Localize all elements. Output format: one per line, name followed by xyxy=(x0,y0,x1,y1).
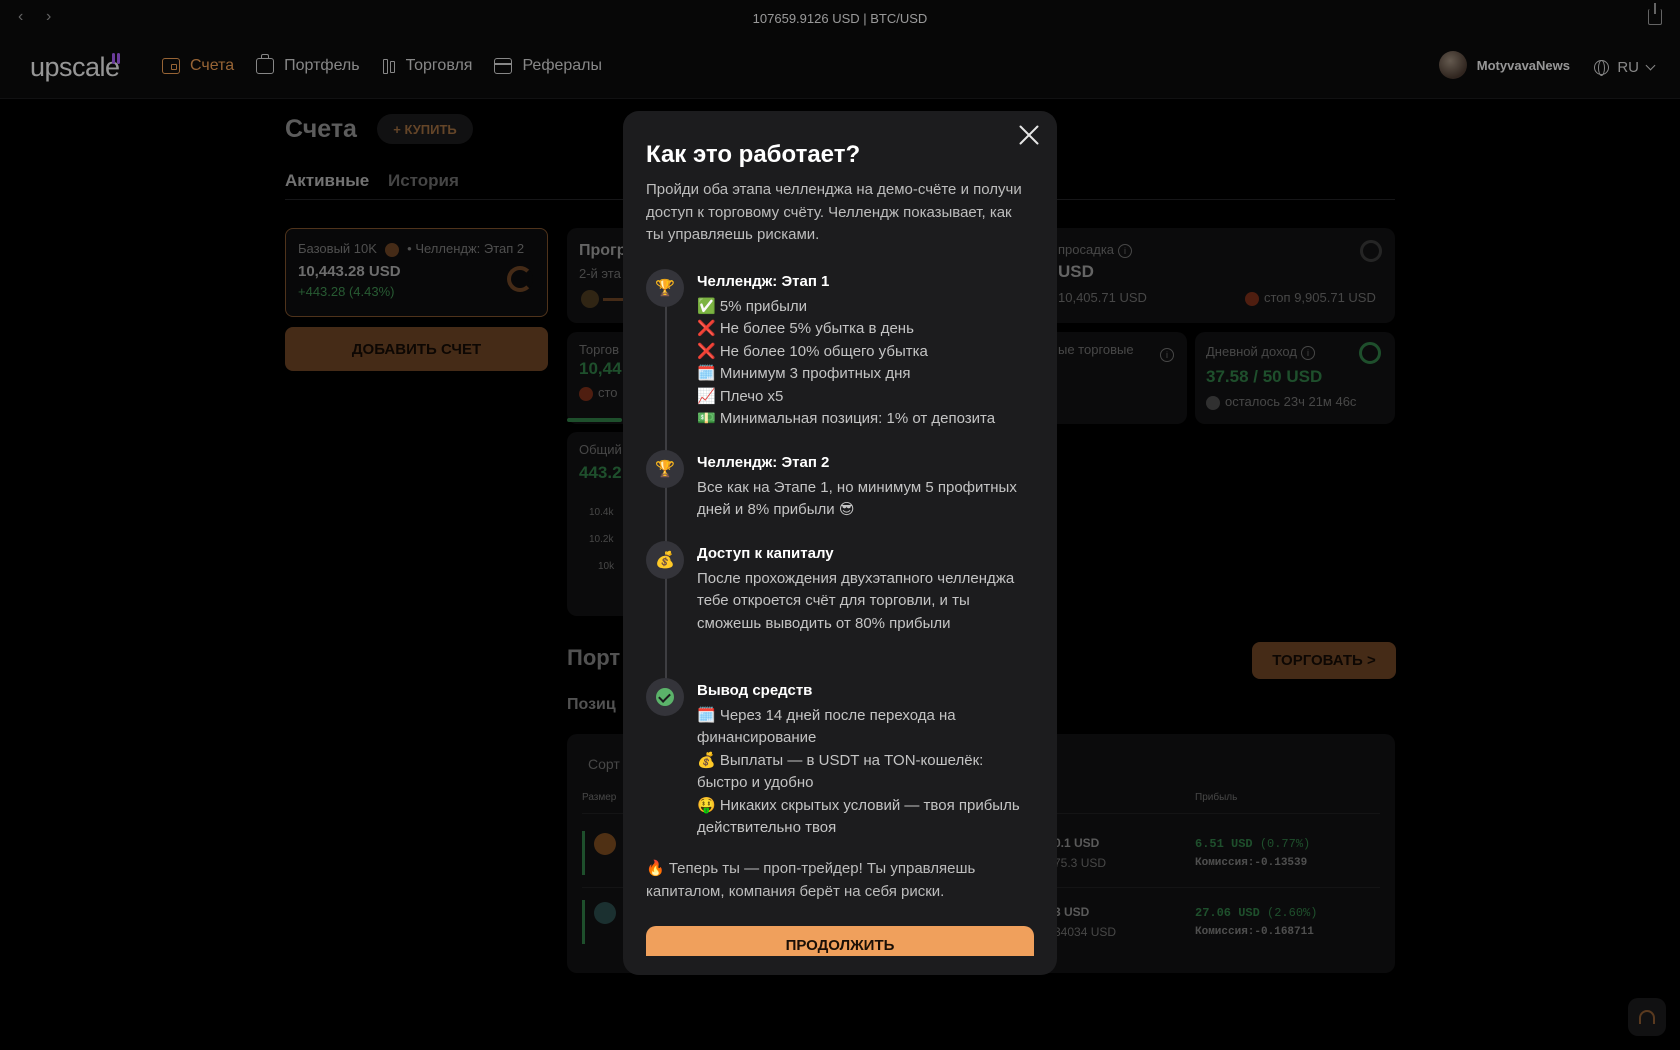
close-icon[interactable] xyxy=(1018,124,1040,146)
step-lines: После прохождения двухэтапного челленджа… xyxy=(697,570,1015,632)
step-title: Челлендж: Этап 1 xyxy=(697,273,830,290)
check-circle-icon xyxy=(646,678,684,716)
money-bag-icon: 💰 xyxy=(646,541,684,579)
trophy-icon: 🏆 xyxy=(646,269,684,307)
check-icon xyxy=(656,688,674,706)
modal-intro: Пройди оба этапа челленджа на демо-счёте… xyxy=(646,181,1022,243)
trophy-icon: 🏆 xyxy=(646,450,684,488)
step-lines: Все как на Этапе 1, но минимум 5 профитн… xyxy=(697,479,1017,519)
modal-title: Как это работает? xyxy=(646,141,861,168)
step-lines: 🗓️ Через 14 дней после перехода на финан… xyxy=(697,707,1020,837)
step-title: Доступ к капиталу xyxy=(697,545,834,562)
continue-button[interactable]: ПРОДОЛЖИТЬ xyxy=(646,926,1034,956)
modal-footer-text: 🔥 Теперь ты — проп-трейдер! Ты управляеш… xyxy=(646,860,976,900)
step-title: Вывод средств xyxy=(697,682,813,699)
step-title: Челлендж: Этап 2 xyxy=(697,454,830,471)
timeline-line xyxy=(665,290,667,696)
step-lines: ✅ 5% прибыли ❌ Не более 5% убытка в день… xyxy=(697,298,996,428)
